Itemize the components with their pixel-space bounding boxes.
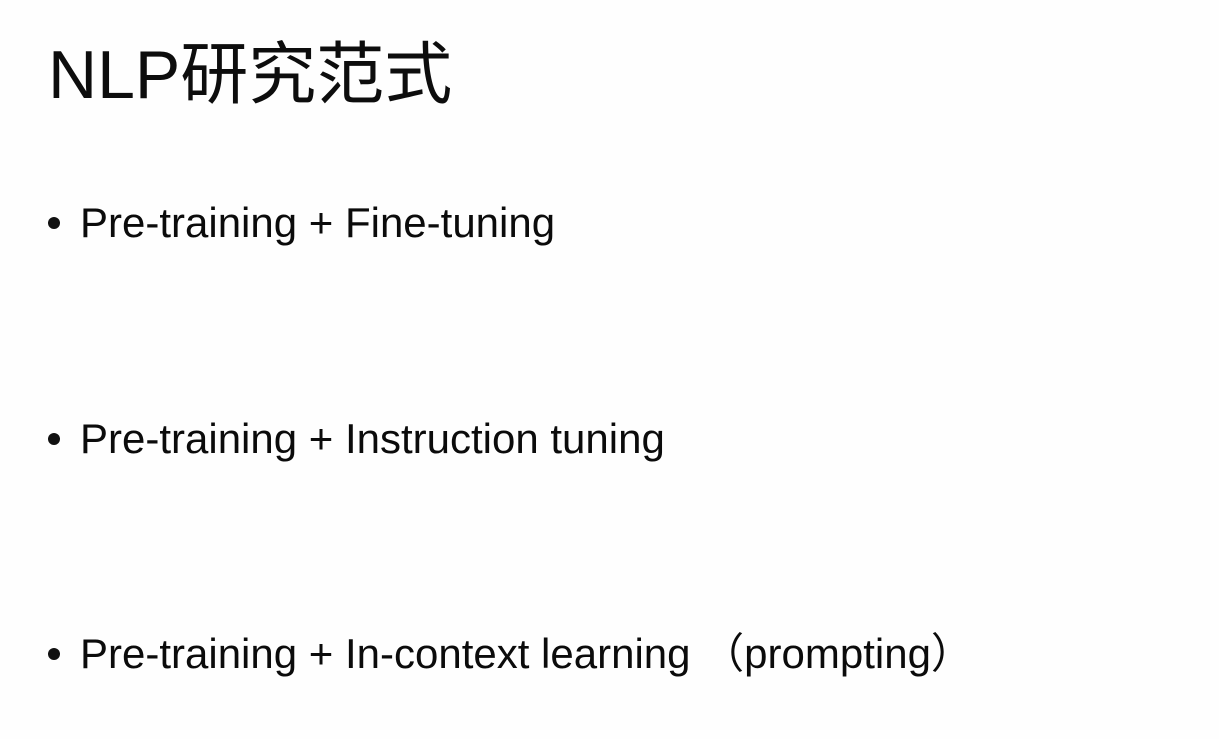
bullet-text: Pre-training + Fine-tuning bbox=[80, 199, 556, 246]
bullet-text: Pre-training + In-context learning （prom… bbox=[80, 630, 973, 677]
bullet-item-fine-tuning: Pre-training + Fine-tuning bbox=[48, 196, 555, 250]
bullet-dot bbox=[48, 217, 60, 229]
slide-title: NLP研究范式 bbox=[48, 37, 453, 113]
bullet-text: Pre-training + Instruction tuning bbox=[80, 415, 665, 462]
bullet-item-instruction-tuning: Pre-training + Instruction tuning bbox=[48, 412, 665, 466]
bullet-dot bbox=[48, 648, 60, 660]
bullet-dot bbox=[48, 433, 60, 445]
bullet-item-in-context-learning: Pre-training + In-context learning （prom… bbox=[48, 627, 973, 681]
slide-canvas: NLP研究范式 Pre-training + Fine-tuning Pre-t… bbox=[0, 0, 1219, 739]
